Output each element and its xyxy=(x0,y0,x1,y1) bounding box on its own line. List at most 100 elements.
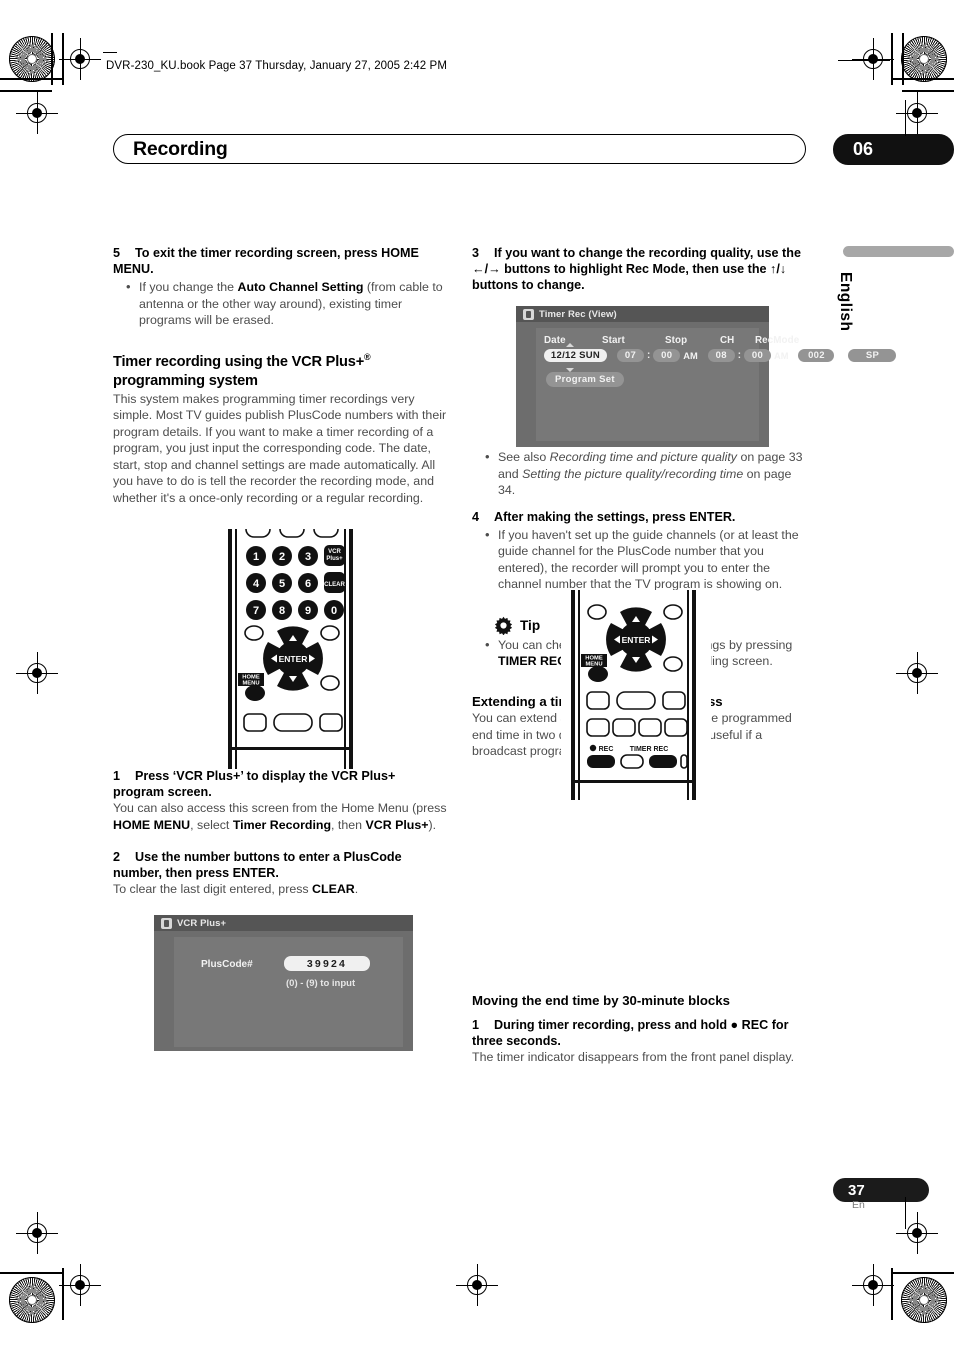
language-label: English xyxy=(837,272,854,332)
step-1-number: 1 xyxy=(113,769,121,784)
step-1-bold-home-menu: HOME MENU xyxy=(113,817,191,832)
svg-text:2: 2 xyxy=(279,551,285,563)
svg-text:3: 3 xyxy=(305,551,311,563)
svg-text:1: 1 xyxy=(253,551,259,563)
step-1-body-mid1: , select xyxy=(190,817,233,832)
step-3-text-pre: If you want to change the recording qual… xyxy=(494,246,801,260)
see-also-ref-2: Setting the picture quality/recording ti… xyxy=(522,466,744,481)
page-language-code: En xyxy=(852,1199,865,1211)
manual-page: DVR-230_KU.book Page 37 Thursday, Januar… xyxy=(0,0,954,1351)
crop-line-tr2-h xyxy=(902,90,954,92)
timer-osd-value-row: 12/12 SUN 07 : 00 AM 08 : 00 AM 002 SP xyxy=(544,349,897,362)
channel-field[interactable]: 002 xyxy=(798,349,835,362)
program-set-button[interactable]: Program Set xyxy=(546,372,624,387)
crop-line-br-h xyxy=(892,1272,954,1274)
book-file-line: DVR-230_KU.book Page 37 Thursday, Januar… xyxy=(106,60,447,72)
step-2-text: Use the number buttons to enter a PlusCo… xyxy=(113,850,402,881)
step-1: 1 Press ‘VCR Plus+’ to display the VCR Pl… xyxy=(113,768,447,800)
see-also-ref-1: Recording time and picture quality xyxy=(549,450,738,465)
remote-control-illustration-numbers: 123 456 7890 VCR Plus+ CLEAR ENTER HOME … xyxy=(218,529,368,769)
vcr-plus-osd-screenshot: VCR Plus+ PlusCode# 39924 (0) - (9) to i… xyxy=(154,915,413,1051)
vcr-osd-panel: PlusCode# 39924 (0) - (9) to input xyxy=(174,937,403,1047)
svg-text:6: 6 xyxy=(305,578,311,590)
start-minute-field[interactable]: 00 xyxy=(653,349,681,362)
section-heading-line2: programming system xyxy=(113,372,258,389)
registration-mark-left-bottom xyxy=(16,1212,58,1254)
tip-label: Tip xyxy=(520,617,541,633)
svg-text:ENTER: ENTER xyxy=(279,654,308,664)
registration-mark-top-right xyxy=(852,38,894,80)
step-3-number: 3 xyxy=(472,246,480,260)
bullet-auto-channel: If you change the Auto Channel Setting (… xyxy=(113,278,447,329)
registration-mark-top-left xyxy=(59,38,101,80)
step-1-body-mid2: , then xyxy=(331,817,366,832)
stop-colon: : xyxy=(737,350,741,361)
moving-step-1-number: 1 xyxy=(472,1017,480,1032)
svg-text:0: 0 xyxy=(331,605,337,617)
svg-text:4: 4 xyxy=(253,578,260,590)
registered-mark: ® xyxy=(364,351,371,362)
step-3: 3 If you want to change the recording qua… xyxy=(472,245,806,293)
svg-text:7: 7 xyxy=(253,605,259,617)
crop-line-bl-v xyxy=(62,1268,64,1320)
timer-rec-osd-screenshot: Timer Rec (View) Date Start Stop CH RecM… xyxy=(516,306,897,447)
step-1-bold-vcr-plus: VCR Plus+ xyxy=(365,817,429,832)
page-number: 37 xyxy=(848,1182,865,1199)
registration-mark-left-mid xyxy=(16,652,58,694)
svg-text:ENTER: ENTER xyxy=(622,635,651,645)
pluscode-hint: (0) - (9) to input xyxy=(286,978,356,989)
see-also-pre: See also xyxy=(498,450,550,465)
step-1-body-post: ). xyxy=(428,817,437,832)
stop-ampm[interactable]: AM xyxy=(774,351,788,361)
start-ampm[interactable]: AM xyxy=(683,351,697,361)
start-hour-field[interactable]: 07 xyxy=(617,349,644,362)
registration-mark-bottom-left xyxy=(59,1264,101,1306)
print-starburst-top-right xyxy=(901,36,947,82)
gear-icon xyxy=(494,616,513,635)
svg-text:5: 5 xyxy=(279,578,285,590)
svg-text:8: 8 xyxy=(279,605,285,617)
arrow-right-icon: → xyxy=(488,262,501,277)
left-column: 5 To exit the timer recording screen, pre… xyxy=(113,245,447,898)
step-1-body: You can also access this screen from the… xyxy=(113,800,447,833)
date-field[interactable]: 12/12 SUN xyxy=(544,349,607,362)
step-2-bold-clear: CLEAR xyxy=(312,882,355,897)
timer-osd-titlebar: Timer Rec (View) xyxy=(516,306,769,322)
print-starburst-top-left xyxy=(9,36,55,82)
arrow-left-icon: ← xyxy=(472,262,485,277)
bullet-bold: Auto Channel Setting xyxy=(237,280,364,295)
crop-line-tl2-h xyxy=(0,90,52,92)
step-3-text-mid: buttons to highlight Rec Mode, then use … xyxy=(500,262,771,277)
step-4-text: After making the settings, press ENTER. xyxy=(494,509,736,524)
chapter-badge xyxy=(833,134,954,165)
svg-text:REC: REC xyxy=(599,746,614,753)
page-title: Recording xyxy=(133,138,228,160)
svg-text:TIMER REC: TIMER REC xyxy=(630,746,669,753)
crop-line-tl-v xyxy=(62,33,64,85)
step-4: 4 After making the settings, press ENTER. xyxy=(472,509,806,525)
disc-icon xyxy=(161,917,172,929)
date-spinner-up-icon[interactable] xyxy=(566,343,574,347)
recmode-field[interactable]: SP xyxy=(848,349,897,362)
heading-moving-end-time: Moving the end time by 30-minute blocks xyxy=(472,992,730,1008)
moving-step-1-body: The timer indicator disappears from the … xyxy=(472,1049,795,1064)
print-starburst-bottom-right xyxy=(901,1277,947,1323)
program-set-row: Program Set xyxy=(546,372,624,387)
header-rule-right xyxy=(838,60,890,61)
stop-minute-field[interactable]: 00 xyxy=(744,349,771,362)
moving-step-1: 1 During timer recording, press and hold … xyxy=(472,1017,806,1049)
step-2-body: To clear the last digit entered, press C… xyxy=(113,881,447,898)
svg-text:9: 9 xyxy=(305,605,311,617)
chapter-tick-line xyxy=(905,100,906,136)
step-4-number: 4 xyxy=(472,509,480,524)
step-2-body-pre: To clear the last digit entered, press xyxy=(113,882,313,897)
stop-hour-field[interactable]: 08 xyxy=(707,349,735,362)
header-rule xyxy=(103,52,117,53)
pluscode-input[interactable]: 39924 xyxy=(284,956,370,971)
language-tab-bar xyxy=(843,246,954,257)
crop-line-tr2-v xyxy=(902,33,904,85)
section-body-vcr-plus: This system makes programming timer reco… xyxy=(113,391,447,505)
col-header-ch: CH xyxy=(720,335,735,346)
svg-text:VCR: VCR xyxy=(328,549,341,555)
bullet-pre: If you change the xyxy=(139,280,238,295)
